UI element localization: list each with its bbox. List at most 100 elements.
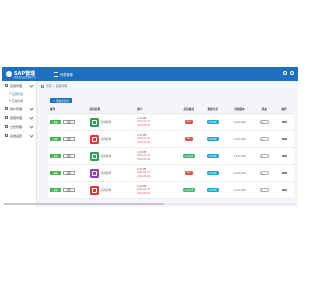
status-toggle[interactable]: [259, 137, 269, 141]
column-header: 应用名称: [89, 108, 101, 111]
main-content: 首页 > 应用管理 + 添加新应用 操作 应用名称 简介 应用格式 更新方式 当…: [38, 81, 298, 207]
column-header: 应用格式: [183, 108, 195, 111]
current-version: 1.0.0.100: [233, 171, 246, 175]
status-toggle[interactable]: [259, 171, 269, 175]
app-logo-icon: [89, 134, 99, 144]
scrollbar-thumb[interactable]: [4, 203, 164, 205]
chevron-down-icon: [29, 83, 34, 88]
app-logo-icon: [89, 168, 99, 178]
format-badge: APK: [184, 137, 193, 141]
table-row: 编辑 删除 应用名称 0.00 MB 2019-01-01 2019-05-06…: [48, 131, 294, 148]
menu-icon: [54, 71, 58, 77]
update-mode-badge: 自动更新: [206, 120, 219, 124]
sidebar-item-label: 应用管理: [10, 83, 23, 88]
gear-icon: [5, 134, 8, 137]
sidebar-item-label: 系统设置: [10, 133, 23, 138]
column-header: 状态: [261, 108, 267, 111]
menu-toggle-button[interactable]: 列表管理: [54, 70, 73, 78]
status-toggle[interactable]: [259, 154, 269, 158]
sidebar-item-apps[interactable]: 应用管理: [2, 81, 36, 90]
sidebar-item-permissions[interactable]: 权限管理: [2, 113, 36, 122]
status-toggle[interactable]: [259, 188, 269, 192]
edit-button[interactable]: 编辑: [50, 188, 61, 192]
logo-subtitle: 智慧商店运营管理平台: [14, 76, 36, 79]
home-icon[interactable]: [41, 84, 44, 88]
app-window: SAP管理 智慧商店运营管理平台 列表管理 应用管理 应用列表 应用分类 用户管…: [2, 67, 298, 207]
current-version: 1.0.0.100: [233, 188, 246, 192]
delete-button[interactable]: 删除: [63, 137, 75, 141]
app-name: 应用名称: [100, 138, 112, 141]
app-logo-icon: [89, 185, 99, 195]
update-mode-badge: 自动更新: [206, 137, 219, 141]
sidebar-subitem-label: 应用分类: [12, 98, 24, 103]
delete-button[interactable]: 删除: [63, 120, 75, 124]
status-toggle[interactable]: [259, 120, 269, 124]
sidebar-item-label: 日志管理: [10, 124, 23, 129]
update-mode-badge: 自动更新: [206, 154, 219, 158]
update-mode-badge: 自动更新: [206, 188, 219, 192]
sidebar-item-label: 用户管理: [10, 106, 23, 111]
more-actions-icon[interactable]: [281, 121, 287, 123]
edit-button[interactable]: 编辑: [50, 171, 61, 175]
column-header: 操作: [281, 108, 287, 111]
column-header: 操作: [50, 108, 56, 111]
format-badge: APK: [184, 120, 193, 124]
format-badge: WEB应用: [182, 188, 196, 192]
updated-date: 2019-05-06: [137, 174, 150, 178]
format-badge: WEB应用: [182, 154, 196, 158]
log-icon: [5, 125, 8, 128]
edit-button[interactable]: 编辑: [50, 120, 61, 124]
sidebar-item-label: 权限管理: [10, 115, 23, 120]
more-actions-icon[interactable]: [281, 155, 287, 157]
updated-date: 2019-05-06: [137, 140, 150, 144]
more-actions-icon[interactable]: [281, 189, 287, 191]
chevron-down-icon: [29, 124, 34, 129]
column-header: 简介: [137, 108, 143, 111]
chevron-down-icon: [29, 115, 34, 120]
updated-date: 2019-05-06: [137, 191, 150, 195]
current-version: 1.0.0.100: [233, 154, 246, 158]
sidebar-subitem-app-category[interactable]: 应用分类: [2, 97, 36, 104]
format-badge: APK: [184, 171, 193, 175]
table-row: 编辑 删除 应用名称 0.00 MB 2019-01-01 2019-05-06…: [48, 165, 294, 182]
delete-button[interactable]: 删除: [63, 171, 75, 175]
app-name: 应用名称: [100, 189, 112, 192]
sidebar-item-settings[interactable]: 系统设置: [2, 131, 36, 140]
delete-button[interactable]: 删除: [63, 154, 75, 158]
table-row: 编辑 删除 应用名称 0.00 MB 2019-01-01 2019-05-06…: [48, 182, 294, 199]
app-icon: [5, 84, 8, 87]
app-name: 应用名称: [100, 155, 112, 158]
delete-button[interactable]: 删除: [63, 188, 75, 192]
horizontal-scrollbar[interactable]: [4, 203, 296, 205]
app-name: 应用名称: [100, 172, 112, 175]
column-header: 当前版本: [234, 108, 245, 111]
table-row: 编辑 删除 应用名称 0.00 MB 2019-01-01 2019-05-06…: [48, 114, 294, 131]
sidebar: 应用管理 应用列表 应用分类 用户管理 权限管理 日志管理 系统设置: [2, 81, 37, 207]
sidebar-item-users[interactable]: 用户管理: [2, 104, 36, 113]
bullet-icon: [9, 99, 11, 102]
current-version: 1.0.0.100: [233, 137, 246, 141]
top-right-tools: [283, 71, 294, 75]
updated-date: 2019-05-06: [137, 157, 150, 161]
add-app-button[interactable]: + 添加新应用: [50, 98, 72, 103]
update-mode-badge: 自动更新: [206, 171, 219, 175]
app-logo-icon: [89, 117, 99, 127]
sidebar-subitem-label: 应用列表: [12, 91, 24, 96]
sidebar-item-logs[interactable]: 日志管理: [2, 122, 36, 131]
logo-icon: [6, 71, 12, 77]
column-header: 更新方式: [207, 108, 218, 111]
chevron-down-icon: [29, 133, 34, 138]
edit-button[interactable]: 编辑: [50, 137, 61, 141]
app-table: 操作 应用名称 简介 应用格式 更新方式 当前版本 状态 操作 编辑 删除 应用…: [48, 105, 294, 199]
bell-icon[interactable]: [283, 71, 287, 75]
bullet-icon: [9, 92, 11, 95]
more-actions-icon[interactable]: [281, 138, 287, 140]
sidebar-subitem-app-list[interactable]: 应用列表: [2, 90, 36, 97]
user-avatar-icon[interactable]: [290, 71, 294, 75]
more-actions-icon[interactable]: [281, 172, 287, 174]
breadcrumb: 首页 > 应用管理: [41, 84, 67, 88]
lock-icon: [5, 116, 8, 119]
table-header: 操作 应用名称 简介 应用格式 更新方式 当前版本 状态 操作: [48, 105, 294, 114]
edit-button[interactable]: 编辑: [50, 154, 61, 158]
updated-date: 2019-05-06: [137, 123, 150, 127]
